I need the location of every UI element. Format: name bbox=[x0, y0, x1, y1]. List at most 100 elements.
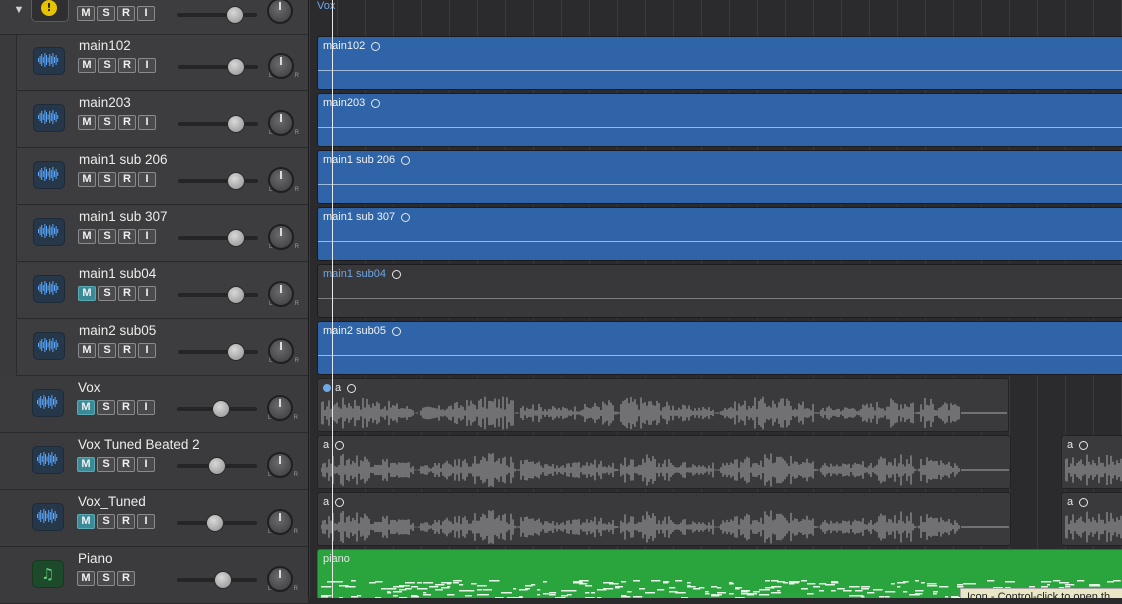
volume-slider[interactable] bbox=[177, 514, 257, 532]
track-header[interactable]: main1 sub 206 MSRI LR bbox=[16, 149, 308, 205]
track-header[interactable]: main1 sub04 MSRI LR bbox=[16, 263, 308, 319]
track-header[interactable]: main102 MSRI LR bbox=[16, 35, 308, 91]
audio-waveform-icon[interactable] bbox=[33, 47, 65, 75]
input-monitor-button[interactable]: I bbox=[138, 172, 156, 187]
solo-button[interactable]: S bbox=[98, 229, 116, 244]
region-main1-sub-307[interactable]: main1 sub 307 bbox=[317, 207, 1122, 261]
region-vox-tuned-beated-2[interactable]: a bbox=[317, 435, 1011, 489]
track-header[interactable]: main1 sub 307 MSRI LR bbox=[16, 206, 308, 262]
track-name[interactable]: main102 bbox=[79, 38, 131, 53]
volume-slider-knob[interactable] bbox=[205, 514, 224, 532]
mute-button[interactable]: M bbox=[78, 115, 96, 130]
mute-button[interactable]: M bbox=[77, 457, 95, 472]
input-monitor-button[interactable]: I bbox=[138, 343, 156, 358]
volume-slider[interactable] bbox=[178, 343, 258, 361]
audio-waveform-icon[interactable] bbox=[33, 218, 65, 246]
input-monitor-button[interactable]: I bbox=[137, 457, 155, 472]
input-monitor-button[interactable]: I bbox=[138, 229, 156, 244]
input-monitor-button[interactable]: I bbox=[138, 115, 156, 130]
region-main2-sub05[interactable]: main2 sub05 bbox=[317, 321, 1122, 375]
audio-waveform-icon[interactable] bbox=[33, 332, 65, 360]
volume-slider-knob[interactable] bbox=[226, 58, 245, 76]
track-name[interactable]: Vox Tuned Beated 2 bbox=[78, 437, 200, 452]
region-vox-tuned-beated-2-b[interactable]: a bbox=[1061, 435, 1122, 489]
volume-slider-knob[interactable] bbox=[212, 400, 230, 418]
mute-button[interactable]: M bbox=[77, 400, 95, 415]
region-main102[interactable]: main102 bbox=[317, 36, 1122, 90]
record-enable-button[interactable]: R bbox=[118, 58, 136, 73]
track-header[interactable]: main203 MSRI LR bbox=[16, 92, 308, 148]
audio-waveform-icon[interactable] bbox=[32, 503, 64, 531]
record-enable-button[interactable]: R bbox=[117, 571, 135, 586]
volume-slider[interactable] bbox=[178, 58, 258, 76]
pan-knob[interactable] bbox=[267, 0, 293, 24]
record-enable-button[interactable]: R bbox=[118, 286, 136, 301]
record-enable-button[interactable]: R bbox=[117, 6, 135, 21]
volume-slider[interactable] bbox=[177, 571, 257, 589]
volume-slider[interactable] bbox=[177, 457, 257, 475]
volume-slider-knob[interactable] bbox=[213, 571, 232, 589]
solo-button[interactable]: S bbox=[97, 400, 115, 415]
audio-waveform-icon[interactable] bbox=[33, 275, 65, 303]
region-main203[interactable]: main203 bbox=[317, 93, 1122, 147]
volume-slider-knob[interactable] bbox=[208, 457, 226, 475]
track-name[interactable]: Vox_Tuned bbox=[78, 494, 146, 509]
track-name[interactable]: Vox bbox=[78, 380, 101, 395]
mute-button[interactable]: M bbox=[78, 343, 96, 358]
solo-button[interactable]: S bbox=[98, 286, 116, 301]
volume-slider[interactable] bbox=[178, 286, 258, 304]
disclosure-triangle-icon[interactable]: ▼ bbox=[12, 3, 26, 17]
volume-slider[interactable] bbox=[177, 400, 257, 418]
solo-button[interactable]: S bbox=[98, 172, 116, 187]
track-header[interactable]: ♫ Piano MSR LR bbox=[0, 548, 308, 604]
folder-track-icon[interactable]: ! bbox=[31, 0, 69, 22]
mute-button[interactable]: M bbox=[78, 229, 96, 244]
mute-button[interactable]: M bbox=[77, 571, 95, 586]
record-enable-button[interactable]: R bbox=[117, 457, 135, 472]
volume-slider[interactable] bbox=[178, 229, 258, 247]
audio-waveform-icon[interactable] bbox=[33, 104, 65, 132]
mute-button[interactable]: M bbox=[77, 514, 95, 529]
record-enable-button[interactable]: R bbox=[118, 343, 136, 358]
solo-button[interactable]: S bbox=[98, 58, 116, 73]
volume-slider-knob[interactable] bbox=[226, 286, 245, 304]
record-enable-button[interactable]: R bbox=[118, 172, 136, 187]
input-monitor-button[interactable]: I bbox=[137, 6, 155, 21]
volume-slider[interactable] bbox=[178, 172, 258, 190]
region-vox[interactable]: a bbox=[317, 378, 1009, 432]
mute-button[interactable]: M bbox=[78, 172, 96, 187]
input-monitor-button[interactable]: I bbox=[137, 400, 155, 415]
region-main1-sub-206[interactable]: main1 sub 206 bbox=[317, 150, 1122, 204]
mute-button[interactable]: M bbox=[78, 58, 96, 73]
playhead[interactable] bbox=[332, 0, 333, 598]
instrument-icon[interactable]: ♫ bbox=[32, 560, 64, 588]
region-main1-sub04[interactable]: main1 sub04 bbox=[317, 264, 1122, 318]
volume-slider-knob[interactable] bbox=[226, 343, 245, 361]
record-enable-button[interactable]: R bbox=[118, 229, 136, 244]
track-name[interactable]: main1 sub 206 bbox=[79, 152, 168, 167]
solo-button[interactable]: S bbox=[98, 115, 116, 130]
track-header[interactable]: main2 sub05 MSRI LR bbox=[16, 320, 308, 376]
input-monitor-button[interactable]: I bbox=[138, 286, 156, 301]
audio-waveform-icon[interactable] bbox=[32, 446, 64, 474]
input-monitor-button[interactable]: I bbox=[137, 514, 155, 529]
mute-button[interactable]: M bbox=[77, 6, 95, 21]
solo-button[interactable]: S bbox=[97, 457, 115, 472]
volume-slider-knob[interactable] bbox=[226, 172, 245, 190]
audio-waveform-icon[interactable] bbox=[33, 161, 65, 189]
arrange-area[interactable]: Vox main102 main203 main1 sub 206 main1 … bbox=[309, 0, 1122, 598]
track-header[interactable]: Vox MSRI LR bbox=[0, 377, 308, 433]
track-header[interactable]: Vox_Tuned MSRI LR bbox=[0, 491, 308, 547]
volume-slider-knob[interactable] bbox=[225, 6, 244, 24]
audio-waveform-icon[interactable] bbox=[32, 389, 64, 417]
solo-button[interactable]: S bbox=[97, 6, 115, 21]
volume-slider[interactable] bbox=[178, 115, 258, 133]
track-name[interactable]: main2 sub05 bbox=[79, 323, 156, 338]
input-monitor-button[interactable]: I bbox=[138, 58, 156, 73]
folder-track-header[interactable]: ▼ ! M S R I bbox=[0, 0, 308, 35]
solo-button[interactable]: S bbox=[98, 343, 116, 358]
track-name[interactable]: Piano bbox=[78, 551, 113, 566]
volume-slider-knob[interactable] bbox=[226, 229, 245, 247]
track-name[interactable]: main1 sub 307 bbox=[79, 209, 168, 224]
region-vox-tuned-b[interactable]: a bbox=[1061, 492, 1122, 546]
